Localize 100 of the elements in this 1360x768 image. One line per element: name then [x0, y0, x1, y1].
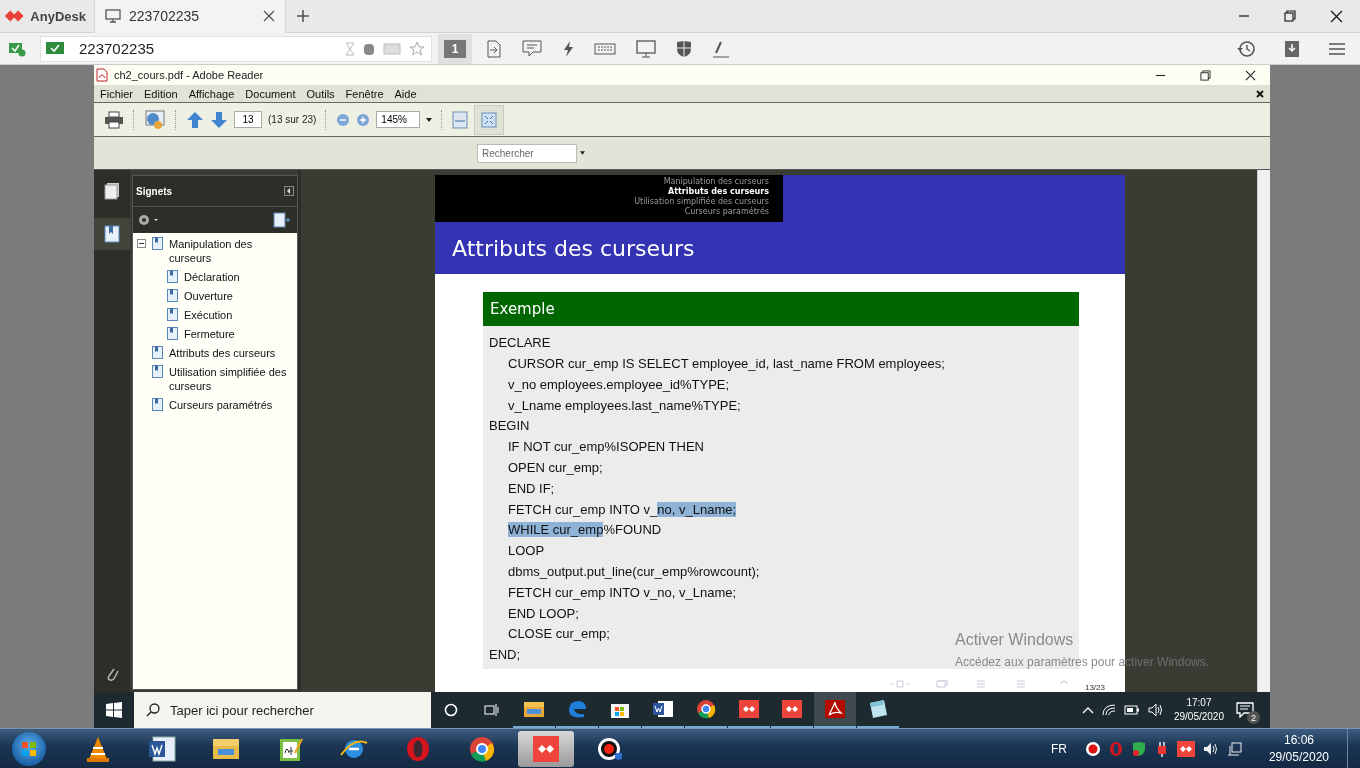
window-title: ch2_cours.pdf - Adobe Reader — [114, 69, 264, 81]
menu-item[interactable]: Aide — [394, 87, 417, 100]
menu-item[interactable]: Outils — [306, 87, 335, 100]
bookmarks-tab[interactable] — [94, 218, 130, 250]
close-icon[interactable] — [1330, 9, 1343, 23]
lightning-icon[interactable] — [562, 39, 574, 58]
caret-icon[interactable] — [580, 151, 585, 155]
menu-icon[interactable] — [1328, 41, 1346, 56]
close-icon[interactable] — [1256, 89, 1264, 98]
ring-icon[interactable] — [1108, 740, 1123, 757]
code-line: END LOOP; — [507, 604, 579, 623]
record-icon[interactable] — [1084, 740, 1101, 757]
pen-icon[interactable] — [712, 39, 730, 58]
close-icon[interactable] — [263, 10, 275, 22]
speaker-icon[interactable] — [1202, 741, 1219, 756]
menu-item[interactable]: Document — [245, 87, 296, 100]
scrollbar[interactable] — [1257, 170, 1270, 692]
code-line: FETCH cur_emp INTO v_no, v_Lname; — [507, 500, 737, 519]
battery-icon[interactable] — [1123, 705, 1140, 715]
gear-icon[interactable] — [137, 213, 159, 227]
chevron-up-icon[interactable] — [1081, 706, 1094, 714]
start-button[interactable] — [12, 731, 46, 766]
anydesk-logo-icon — [4, 8, 25, 24]
restore-icon[interactable] — [1284, 10, 1296, 22]
caret-icon[interactable] — [426, 117, 433, 122]
section-link[interactable]: Utilisation simplifiée des curseurs — [634, 197, 769, 207]
bookmark-item[interactable]: Manipulation des curseurs — [169, 237, 293, 265]
language-indicator[interactable]: FR — [1050, 741, 1067, 756]
printer-icon[interactable] — [104, 110, 124, 129]
database-icon — [363, 41, 375, 56]
diamonds-icon — [781, 699, 803, 719]
add-tab-icon[interactable] — [296, 9, 310, 23]
diamonds-icon — [531, 734, 561, 763]
pdf-icon — [824, 699, 846, 719]
shield-icon[interactable] — [676, 39, 692, 58]
speaker-icon[interactable] — [1147, 703, 1164, 717]
security-icon[interactable] — [8, 40, 26, 57]
section-link[interactable]: Attributs des curseurs — [668, 187, 769, 197]
close-icon[interactable] — [1245, 69, 1256, 81]
menu-item[interactable]: Edition — [144, 87, 178, 100]
search-field[interactable]: Rechercher — [477, 143, 577, 163]
arrow-down-icon[interactable] — [210, 110, 228, 129]
bookmark-item[interactable]: Exécution — [184, 308, 233, 322]
globe-icon[interactable] — [144, 109, 166, 130]
file-transfer-icon[interactable] — [486, 39, 502, 58]
search-icon — [146, 703, 160, 717]
taskbar-app[interactable] — [518, 730, 574, 767]
slide-title: Attributs des curseurs — [452, 235, 695, 261]
section-link[interactable]: Curseurs paramétrés — [684, 207, 769, 217]
bookmark-item[interactable]: Fermeture — [184, 327, 235, 341]
clock-time[interactable]: 17:07 — [1186, 696, 1212, 710]
bookmark-item[interactable]: Utilisation simplifiée des curseurs — [169, 365, 293, 393]
notepad-icon — [867, 699, 889, 719]
taskbar-app[interactable] — [814, 692, 856, 728]
history-icon[interactable] — [1236, 39, 1256, 58]
code-line: v_no employees.employee_id%TYPE; — [507, 375, 730, 394]
document-icon — [652, 699, 674, 719]
monitor-icon[interactable] — [636, 39, 656, 58]
clock-time[interactable]: 16:06 — [1283, 731, 1314, 749]
clock-date[interactable]: 29/05/2020 — [1173, 710, 1224, 724]
bookmark-item[interactable]: Attributs des curseurs — [169, 346, 276, 360]
task-view-icon[interactable] — [484, 703, 500, 717]
windows-start-icon[interactable] — [106, 702, 122, 718]
screen-icon — [383, 41, 401, 56]
menu-item[interactable]: Fenêtre — [345, 87, 384, 100]
download-icon[interactable] — [1284, 39, 1300, 58]
windows-logo-icon — [22, 741, 36, 756]
network-icon[interactable] — [1226, 740, 1243, 757]
new-bookmark-icon[interactable] — [273, 212, 291, 228]
bookmark-icon — [152, 365, 163, 378]
search-field[interactable]: Taper ici pour rechercher — [134, 692, 431, 728]
page-field[interactable]: 13 — [234, 111, 262, 128]
menu-item[interactable]: Affichage — [188, 87, 235, 100]
code-line: v_Lname employees.last_name%TYPE; — [507, 396, 741, 415]
code-line: DECLARE — [489, 334, 551, 353]
collapse-toggle-icon[interactable] — [137, 239, 146, 248]
bookmark-item[interactable]: Ouverture — [184, 289, 233, 303]
shield-icon[interactable] — [1130, 740, 1147, 757]
monitor-icon — [105, 9, 121, 23]
chat-icon[interactable] — [522, 39, 542, 58]
code-line: END; — [489, 646, 521, 665]
bookmark-icon — [167, 289, 178, 302]
restore-icon[interactable] — [1200, 69, 1211, 81]
code-line: BEGIN — [489, 417, 530, 436]
diamonds-icon[interactable] — [1176, 740, 1195, 757]
star-icon[interactable] — [409, 41, 425, 56]
wifi-icon[interactable] — [1101, 704, 1116, 716]
zoom-field[interactable]: 145% — [376, 111, 421, 128]
address-field[interactable]: 223702235 — [40, 35, 432, 62]
menu-item[interactable]: Fichier — [100, 87, 133, 100]
clock-date[interactable]: 29/05/2020 — [1268, 748, 1329, 766]
session-tab[interactable]: 223702235 — [94, 0, 286, 33]
bookmark-item[interactable]: Déclaration — [184, 270, 240, 284]
cortana-icon[interactable] — [444, 703, 458, 717]
arrow-up-icon[interactable] — [186, 110, 204, 129]
pages-icon[interactable] — [104, 182, 120, 200]
diamonds-icon — [738, 699, 760, 719]
bookmark-item[interactable]: Curseurs paramétrés — [169, 398, 273, 412]
collapse-icon[interactable] — [284, 186, 294, 196]
section-link[interactable]: Manipulation des curseurs — [663, 177, 769, 187]
